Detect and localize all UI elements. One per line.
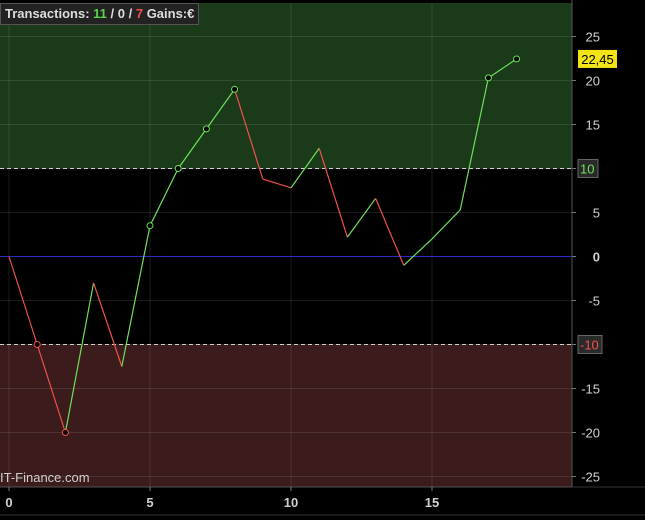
x-axis: 0 5 10 15: [5, 487, 439, 510]
rising-segment: [149, 168, 179, 226]
equity-curve-chart: 25 20 15 10 5 0 -5 -10 -15 -20 -25 22,45 0 5 10 15: [0, 0, 645, 516]
losers-count: 7: [135, 6, 144, 21]
separator: /: [124, 6, 136, 21]
last-value-label: 22,45: [581, 52, 614, 67]
trade-marker: [174, 165, 182, 172]
trade-marker: [513, 55, 521, 63]
transactions-header: Transactions: 11 / 0 / 7 Gains:€: [0, 3, 200, 25]
y-tick-label: 20: [586, 74, 600, 89]
y-tick-label: -15: [581, 382, 600, 397]
y-tick-label: 5: [593, 206, 600, 221]
watermark: IT-Finance.com: [0, 470, 90, 485]
winners-count: 11: [93, 6, 107, 21]
y-tick-label: 10: [580, 162, 594, 177]
y-tick-label: 0: [593, 250, 600, 265]
trade-marker: [484, 74, 492, 82]
x-tick-label: 10: [284, 495, 298, 510]
falling-segment: [375, 198, 405, 266]
y-tick-label: -20: [581, 426, 600, 441]
x-tick-label: 15: [425, 495, 439, 510]
y-tick-label: -10: [580, 338, 599, 353]
trade-marker: [202, 125, 210, 133]
reference-lines: [0, 168, 572, 345]
y-axis: 25 20 15 10 5 0 -5 -10 -15 -20 -25 22,45: [572, 30, 617, 485]
separator: /: [106, 6, 118, 21]
y-tick-label: 25: [586, 30, 600, 45]
trade-marker: [146, 222, 154, 230]
falling-segment: [262, 178, 292, 189]
x-tick-label: 0: [5, 495, 12, 510]
x-tick-label: 5: [146, 495, 153, 510]
y-tick-label: -25: [581, 470, 600, 485]
transactions-label: Transactions:: [5, 6, 90, 21]
neutral-count: 0: [117, 6, 125, 21]
gains-label: Gains:: [146, 6, 188, 21]
y-tick-label: -5: [588, 294, 600, 309]
y-tick-label: 15: [586, 118, 600, 133]
rising-segment: [403, 238, 433, 266]
trade-marker: [61, 429, 69, 436]
gains-unit: €: [187, 6, 195, 21]
rising-segment: [346, 198, 377, 238]
negative-zone: [0, 344, 572, 487]
trade-marker: [231, 85, 239, 93]
trade-marker: [33, 341, 41, 348]
rising-segment: [431, 209, 461, 240]
